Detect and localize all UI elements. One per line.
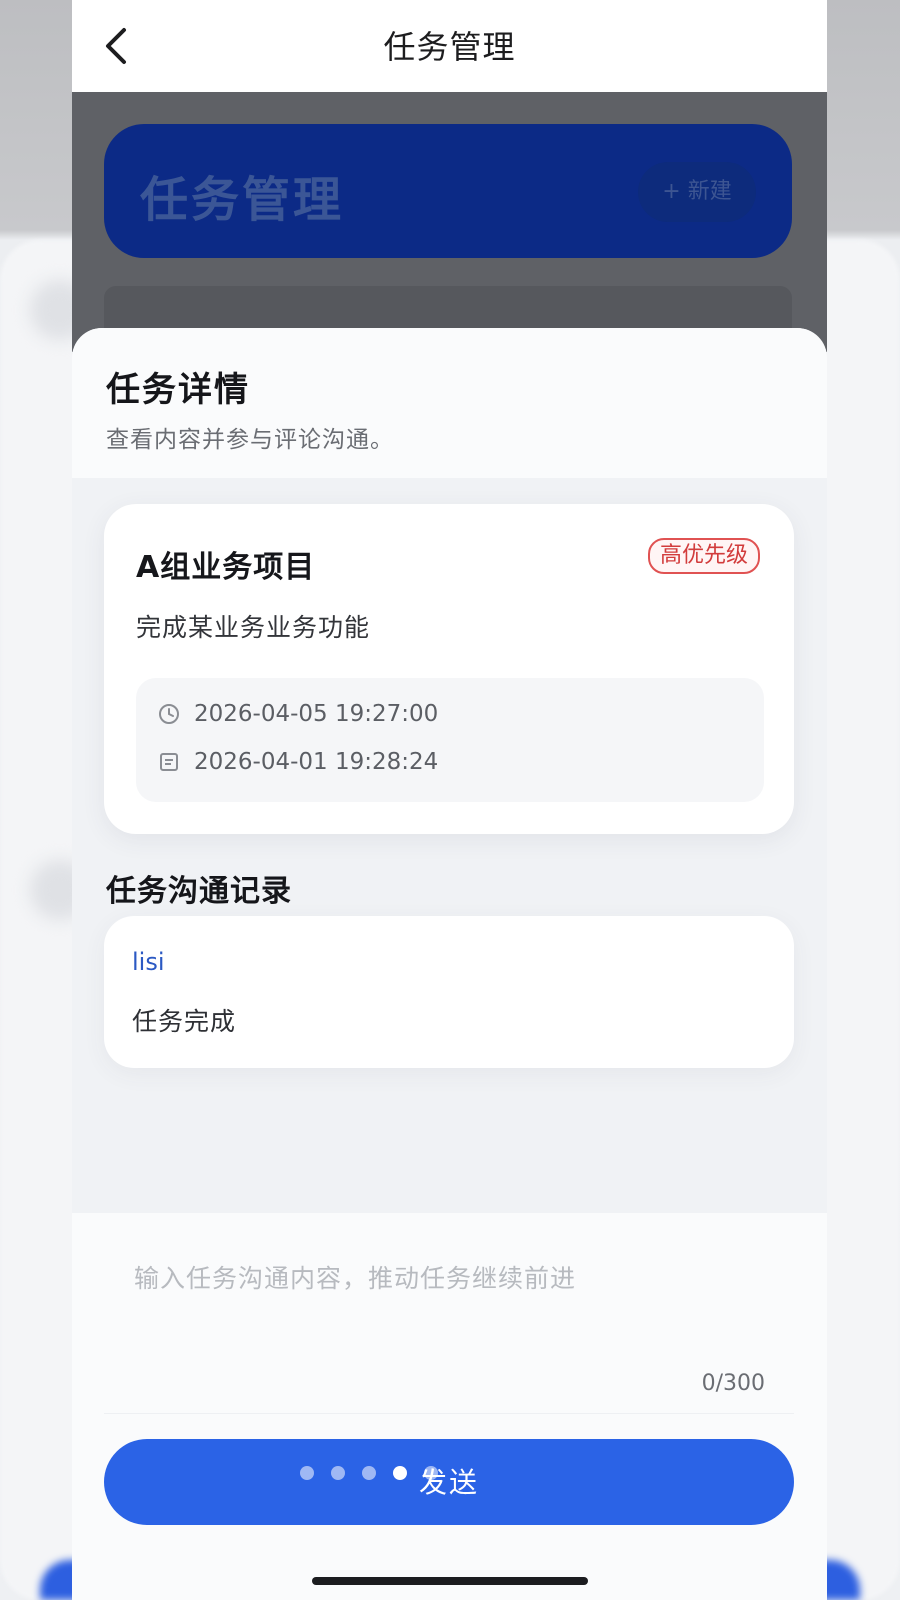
created-text: 2026-04-01 19:28:24 — [194, 749, 439, 775]
sheet-subtitle: 查看内容并参与评论沟通。 — [106, 427, 394, 453]
page-dot[interactable] — [331, 1466, 345, 1480]
send-button[interactable]: 发送 — [104, 1439, 794, 1525]
task-detail-sheet: 任务详情 查看内容并参与评论沟通。 A组业务项目 高优先级 完成某业务业务功能 … — [72, 328, 827, 1600]
comment-username[interactable]: lisi — [132, 948, 165, 976]
phone-screen: 任务管理 任务管理 + 新建 任务详情 查看内容并参与评论沟通。 A组业务项目 … — [72, 0, 827, 1600]
sheet-title: 任务详情 — [106, 370, 250, 410]
underlay-new-button: + 新建 — [638, 162, 756, 222]
sheet-header: 任务详情 查看内容并参与评论沟通。 — [72, 328, 827, 478]
document-icon — [160, 753, 178, 771]
page-indicator — [300, 1466, 460, 1482]
comment-input[interactable] — [104, 1213, 794, 1413]
character-counter: 0/300 — [701, 1371, 765, 1396]
comment-text: 任务完成 — [132, 1007, 237, 1036]
comment-input-area: 0/300 发送 — [72, 1213, 827, 1600]
task-description: 完成某业务业务功能 — [136, 613, 371, 642]
clock-icon — [159, 704, 179, 724]
task-card: A组业务项目 高优先级 完成某业务业务功能 2026-04-05 19:27:0… — [104, 504, 794, 834]
page-title: 任务管理 — [383, 28, 516, 66]
top-navigation-bar: 任务管理 — [72, 0, 827, 92]
task-time-box: 2026-04-05 19:27:00 2026-04-01 19:28:24 — [136, 678, 764, 802]
underlay-banner: 任务管理 + 新建 — [104, 124, 792, 258]
page-dot-active[interactable] — [393, 1466, 407, 1480]
comments-section-title: 任务沟通记录 — [106, 874, 292, 909]
page-dot[interactable] — [300, 1466, 314, 1480]
page-dot[interactable] — [424, 1466, 438, 1480]
underlay-banner-title: 任务管理 — [140, 172, 345, 228]
task-name: A组业务项目 — [136, 550, 316, 585]
home-indicator — [312, 1577, 588, 1585]
deadline-row: 2026-04-05 19:27:00 — [158, 698, 438, 730]
page-dot[interactable] — [362, 1466, 376, 1480]
priority-badge: 高优先级 — [647, 538, 760, 574]
divider — [104, 1413, 794, 1414]
created-row: 2026-04-01 19:28:24 — [158, 746, 438, 778]
deadline-text: 2026-04-05 19:27:00 — [194, 701, 439, 727]
comment-item: lisi 任务完成 — [104, 916, 794, 1068]
